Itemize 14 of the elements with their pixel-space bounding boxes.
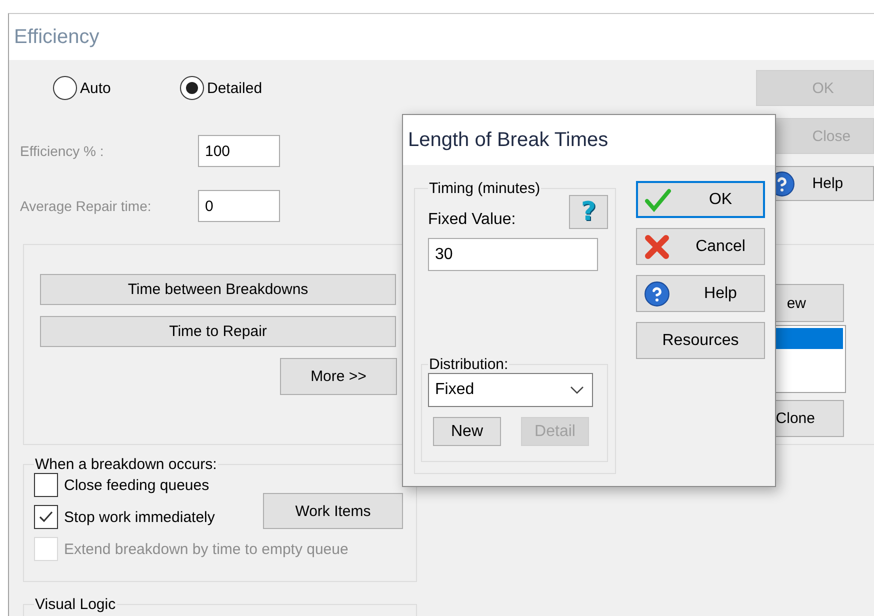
group-title: When a breakdown occurs: xyxy=(34,456,218,473)
group-title: Distribution: xyxy=(428,356,510,373)
group-title: Visual Logic xyxy=(34,596,117,613)
fixed-value-label: Fixed Value: xyxy=(428,211,516,229)
field-label: Efficiency % : xyxy=(20,143,105,159)
field-label: Average Repair time: xyxy=(20,198,152,214)
group-title: Timing (minutes) xyxy=(428,180,542,197)
checkbox-label: Close feeding queues xyxy=(64,476,210,494)
dialog-title: Length of Break Times xyxy=(408,128,608,152)
radio-label: Detailed xyxy=(207,80,262,96)
radio-label: Auto xyxy=(80,80,111,96)
window-title: Efficiency xyxy=(14,26,100,48)
checkbox-label: Stop work immediately xyxy=(64,508,215,526)
checkbox-label: Extend breakdown by time to empty queue xyxy=(64,540,348,558)
